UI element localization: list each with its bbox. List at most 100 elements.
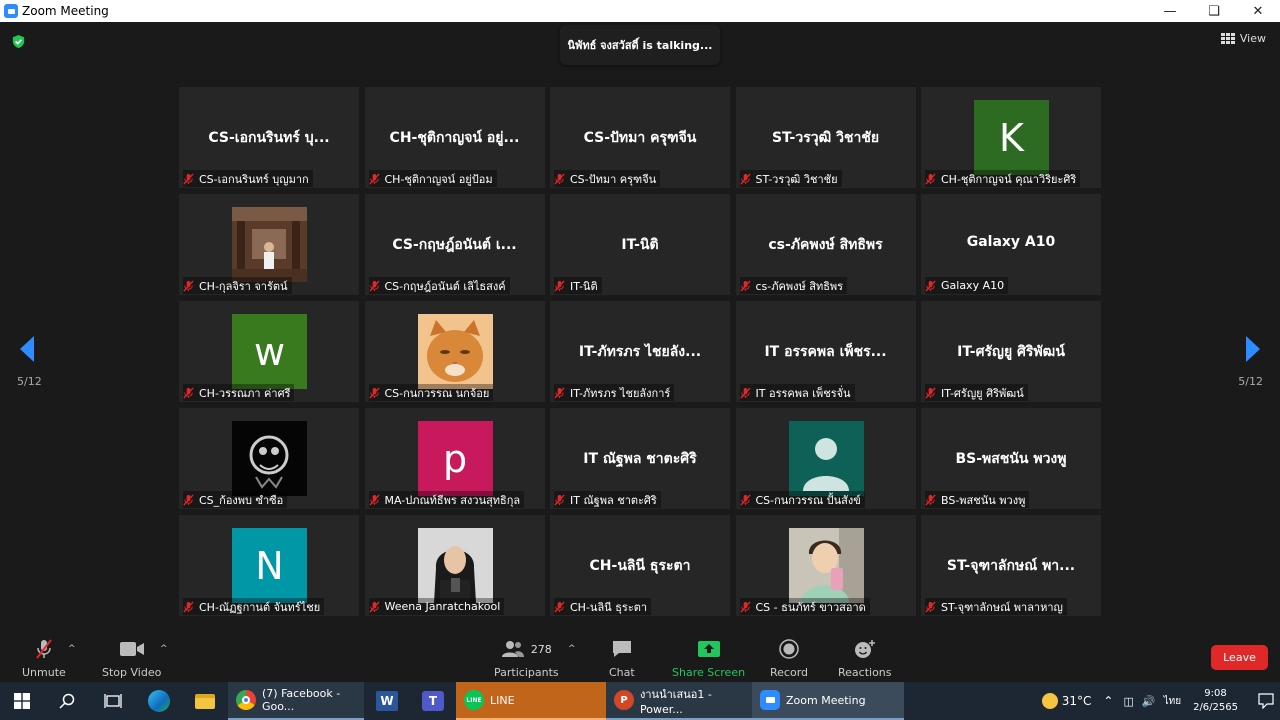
participant-tile[interactable]: ST-จุฑาลักษณ์ พา... ST-จุฑาลักษณ์ พาลาหาญ bbox=[921, 515, 1101, 616]
participant-name: IT-นิติ bbox=[570, 279, 598, 293]
minimize-button[interactable]: — bbox=[1148, 0, 1192, 22]
powerpoint-icon: P bbox=[614, 690, 634, 710]
mic-muted-icon bbox=[925, 386, 936, 399]
participant-tile[interactable]: p MA-ปภณท์ธีพร สงวนสุทธิกุล bbox=[364, 408, 545, 509]
record-icon bbox=[779, 639, 799, 659]
volume-icon[interactable]: 🔊 bbox=[1142, 695, 1156, 708]
participants-button[interactable]: 278 Participants bbox=[494, 638, 559, 679]
word-icon[interactable]: W bbox=[364, 682, 410, 720]
participant-tile[interactable]: Weena Janratchakool bbox=[364, 515, 545, 616]
video-options-chevron-icon[interactable]: ^ bbox=[160, 644, 168, 654]
taskbar-zoom[interactable]: Zoom Meeting bbox=[752, 682, 904, 720]
participant-display-name: IT ณัฐพล ชาตะศิริ bbox=[583, 451, 697, 467]
mic-muted-icon bbox=[368, 600, 380, 613]
network-icon[interactable]: ◫ bbox=[1123, 695, 1133, 708]
participant-tile[interactable]: CS - ธนภัทร์ ขาวสอาด bbox=[735, 515, 916, 616]
taskbar-line[interactable]: LINE LINE bbox=[456, 682, 606, 720]
weather-widget[interactable]: 31°C bbox=[1041, 693, 1091, 709]
participant-display-name: CS-ปัทมา ครุฑจีน bbox=[583, 130, 697, 146]
participant-tile[interactable]: IT-ภัทรภร ไชยลัง... IT-ภัทรภร ไชยลังการ์ bbox=[550, 301, 730, 402]
windows-taskbar: (7) Facebook - Goo... W T LINE LINE P งา… bbox=[0, 682, 1280, 720]
tray-chevron-up-icon[interactable]: ⌃ bbox=[1103, 694, 1113, 708]
participant-name: CS-เอกนรินทร์ บุญมาก bbox=[199, 172, 309, 186]
start-windows-icon[interactable] bbox=[0, 682, 44, 720]
participant-tile[interactable]: IT-นิติ IT-นิติ bbox=[550, 194, 730, 295]
mic-muted-icon bbox=[368, 493, 380, 506]
participant-tile[interactable]: BS-พสชนัน พวงพู BS-พสชนัน พวงพู bbox=[921, 408, 1101, 509]
clock[interactable]: 9:08 2/6/2565 bbox=[1193, 687, 1238, 715]
file-explorer-icon[interactable] bbox=[182, 682, 228, 720]
participant-tile[interactable]: CH-กุลจิรา จารัตน์ bbox=[179, 194, 359, 295]
view-button[interactable]: View bbox=[1220, 32, 1266, 45]
next-page-arrow-icon[interactable] bbox=[1246, 336, 1260, 362]
participant-name-label: IT อรรคพล เพ็ชรจั่น bbox=[739, 384, 855, 401]
mic-muted-icon bbox=[183, 600, 194, 613]
participant-tile[interactable]: CH-ชุติกาญจน์ อยู่... CH-ชุติกาญจน์ อยู่ป… bbox=[364, 87, 545, 188]
unmute-button[interactable]: Unmute bbox=[22, 638, 66, 679]
participants-chevron-icon[interactable]: ^ bbox=[568, 644, 576, 654]
grid-view-icon bbox=[1220, 33, 1235, 44]
participant-tile[interactable]: CS-ปัทมา ครุฑจีน CS-ปัทมา ครุฑจีน bbox=[550, 87, 730, 188]
chat-button[interactable]: Chat bbox=[609, 638, 635, 679]
audio-options-chevron-icon[interactable]: ^ bbox=[68, 644, 76, 654]
participant-tile[interactable]: CS_ก้องพบ ซำซือ bbox=[179, 408, 359, 509]
participant-tile[interactable]: w CH-วรรณภา ค่าศรี bbox=[179, 301, 359, 402]
previous-page-arrow-icon[interactable] bbox=[20, 336, 34, 362]
participant-tile[interactable]: CS-กฤษฎ์อนันต์ เ... CS-กฤษฎ์อนันต์ เลิไธส… bbox=[364, 194, 545, 295]
record-label: Record bbox=[770, 666, 809, 679]
participant-name-label: CS-กฤษฎ์อนันต์ เลิไธสงค์ bbox=[368, 277, 510, 294]
taskbar-chrome-facebook[interactable]: (7) Facebook - Goo... bbox=[228, 682, 364, 720]
participant-name-label: IT ณัฐพล ชาตะศิริ bbox=[554, 491, 661, 508]
participant-tile[interactable]: CS-กนกวรรณ นกจ้อย bbox=[364, 301, 545, 402]
participant-tile[interactable]: IT ณัฐพล ชาตะศิริ IT ณัฐพล ชาตะศิริ bbox=[550, 408, 730, 509]
teams-icon[interactable]: T bbox=[410, 682, 456, 720]
participant-name: cs-ภัคพงษ์ สิทธิพร bbox=[755, 279, 844, 293]
zoom-taskbar-icon bbox=[760, 690, 780, 710]
mic-muted-icon bbox=[554, 600, 565, 613]
participant-display-name: cs-ภัคพงษ์ สิทธิพร bbox=[768, 237, 883, 253]
close-button[interactable]: ✕ bbox=[1236, 0, 1280, 22]
search-icon[interactable] bbox=[44, 682, 90, 720]
security-shield-icon[interactable] bbox=[11, 34, 26, 49]
mic-muted-icon bbox=[554, 493, 565, 506]
edge-browser-icon[interactable] bbox=[136, 682, 182, 720]
mic-muted-icon bbox=[554, 172, 565, 185]
task-view-icon[interactable] bbox=[90, 682, 136, 720]
participants-label: Participants bbox=[494, 666, 559, 679]
participant-name: CH-ชุติกาญจน์ อยู่ป้อม bbox=[384, 172, 493, 186]
stop-video-button[interactable]: Stop Video bbox=[102, 638, 161, 679]
participant-tile[interactable]: IT อรรคพล เพ็ชร... IT อรรคพล เพ็ชรจั่น bbox=[735, 301, 916, 402]
leave-button[interactable]: Leave bbox=[1211, 645, 1268, 670]
participant-avatar: p bbox=[417, 421, 493, 496]
participant-tile[interactable]: N CH-ณัฏฐกานต์ จันทร์ไชย bbox=[179, 515, 359, 616]
notifications-icon[interactable] bbox=[1252, 693, 1280, 709]
participant-tile[interactable]: CS-เอกนรินทร์ บุ... CS-เอกนรินทร์ บุญมาก bbox=[179, 87, 359, 188]
participant-video bbox=[232, 421, 307, 496]
participant-tile[interactable]: IT-ศรัญยู ศิริพัฒน์ IT-ศรัญยู ศิริพัฒน์ bbox=[921, 301, 1101, 402]
participant-display-name: CH-นลินี ธุระตา bbox=[589, 558, 691, 574]
participant-display-name: BS-พสชนัน พวงพู bbox=[955, 451, 1067, 467]
reactions-button[interactable]: Reactions bbox=[838, 638, 892, 679]
mic-muted-icon bbox=[739, 386, 751, 399]
view-label: View bbox=[1239, 32, 1266, 45]
restore-button[interactable]: ❏ bbox=[1192, 0, 1236, 22]
chrome-icon bbox=[236, 690, 256, 710]
participant-tile[interactable]: cs-ภัคพงษ์ สิทธิพร cs-ภัคพงษ์ สิทธิพร bbox=[735, 194, 916, 295]
mic-muted-icon bbox=[554, 386, 565, 399]
participant-tile[interactable]: Galaxy A10 Galaxy A10 bbox=[921, 194, 1101, 295]
reactions-smiley-icon bbox=[854, 640, 875, 658]
taskbar-powerpoint[interactable]: P งานนำเสนอ1 - Power... bbox=[606, 682, 752, 720]
weather-sun-icon bbox=[1041, 693, 1058, 709]
participant-tile[interactable]: CS-กนกวรรณ ปั้นสังข์ bbox=[735, 408, 916, 509]
record-button[interactable]: Record bbox=[770, 638, 808, 679]
participant-name-label: CS-กนกวรรณ นกจ้อย bbox=[368, 384, 494, 401]
participant-tile[interactable]: CH-นลินี ธุระตา CH-นลินี ธุระตา bbox=[550, 515, 730, 616]
participants-icon bbox=[501, 641, 524, 657]
participant-tile[interactable]: K CH-ชุติกาญจน์ คุณาวิริยะศิริ bbox=[921, 87, 1101, 188]
participant-name-label: IT-ภัทรภร ไชยลังการ์ bbox=[554, 384, 675, 401]
input-language[interactable]: ไทย bbox=[1164, 694, 1181, 709]
participant-name-label: ST-จุฑาลักษณ์ พาลาหาญ bbox=[925, 598, 1067, 615]
participant-name-label: CH-กุลจิรา จารัตน์ bbox=[183, 277, 292, 294]
share-screen-button[interactable]: Share Screen bbox=[672, 638, 745, 679]
participant-tile[interactable]: ST-วรวุฒิ วิชาชัย ST-วรวุฒิ วิชาชัย bbox=[735, 87, 916, 188]
